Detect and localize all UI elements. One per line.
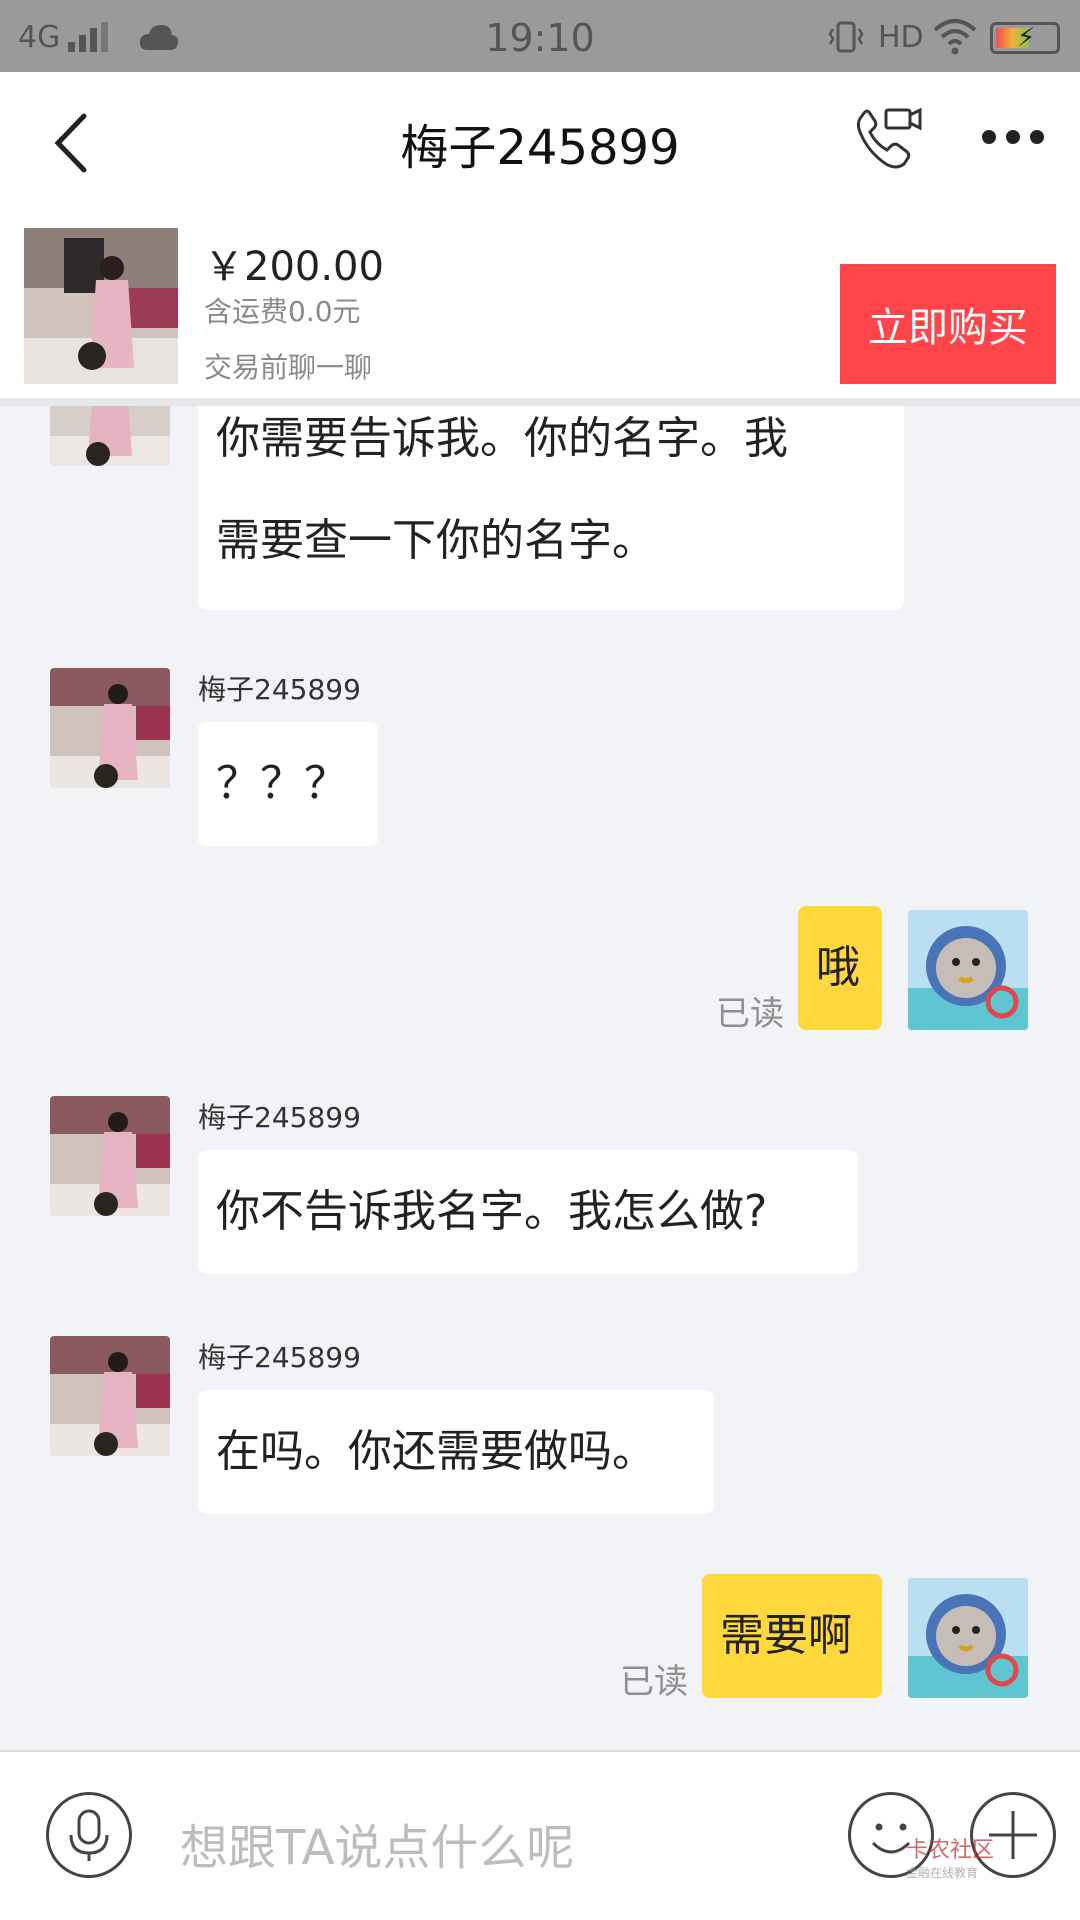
status-bar: 4G 19:10 HD ⚡: [0, 0, 1080, 72]
video-call-icon[interactable]: [852, 102, 926, 174]
message-bubble[interactable]: 你不告诉我名字。我怎么做?: [198, 1150, 858, 1274]
avatar[interactable]: [50, 668, 170, 788]
avatar[interactable]: [50, 1336, 170, 1456]
message-bubble[interactable]: 哦: [798, 906, 882, 1030]
watermark: 卡农社区 金融在线教育: [906, 1832, 994, 1881]
avatar[interactable]: [50, 1096, 170, 1216]
message-text-line: 你需要告诉我。你的名字。我: [216, 413, 788, 464]
message-text-line: 需要查一下你的名字。: [216, 515, 656, 566]
more-icon[interactable]: [982, 128, 1048, 148]
product-thumbnail[interactable]: [24, 228, 178, 384]
product-bar: ￥200.00 含运费0.0元 交易前聊一聊 立即购买: [0, 214, 1080, 406]
message-list[interactable]: 你需要告诉我。你的名字。我 需要查一下你的名字。 梅子245899 ？？？ 已读…: [0, 406, 1080, 1750]
message-bubble[interactable]: 在吗。你还需要做吗。: [198, 1390, 714, 1514]
hd-indicator: HD: [878, 20, 924, 55]
shipping-info: 含运费0.0元: [204, 295, 361, 328]
watermark-subtitle: 金融在线教育: [906, 1866, 979, 1880]
mic-icon[interactable]: [46, 1792, 132, 1878]
sender-name: 梅子245899: [198, 1101, 361, 1134]
avatar[interactable]: [50, 406, 170, 466]
message-input[interactable]: 想跟TA说点什么呢: [180, 1808, 574, 1878]
read-status: 已读: [716, 994, 784, 1034]
message-bubble[interactable]: 需要啊: [702, 1574, 882, 1698]
message-bubble[interactable]: ？？？: [198, 722, 378, 846]
message-bubble-cont: 需要查一下你的名字。: [198, 500, 904, 610]
wifi-icon: [933, 19, 977, 55]
chat-hint: 交易前聊一聊: [204, 351, 373, 384]
product-price: ￥200.00: [204, 244, 384, 290]
message-bubble[interactable]: 你需要告诉我。你的名字。我: [198, 406, 904, 506]
avatar[interactable]: [908, 910, 1028, 1030]
watermark-title: 卡农社区: [906, 1838, 995, 1863]
battery-icon: ⚡: [990, 22, 1060, 54]
sender-name: 梅子245899: [198, 1341, 361, 1374]
vibrate-icon: [828, 21, 864, 53]
chat-header: 梅子245899: [0, 72, 1080, 214]
sender-name: 梅子245899: [198, 673, 361, 706]
read-status: 已读: [620, 1662, 688, 1702]
input-bar: 想跟TA说点什么呢 卡农社区 金融在线教育: [0, 1750, 1080, 1920]
avatar[interactable]: [908, 1578, 1028, 1698]
buy-now-button[interactable]: 立即购买: [840, 264, 1056, 384]
